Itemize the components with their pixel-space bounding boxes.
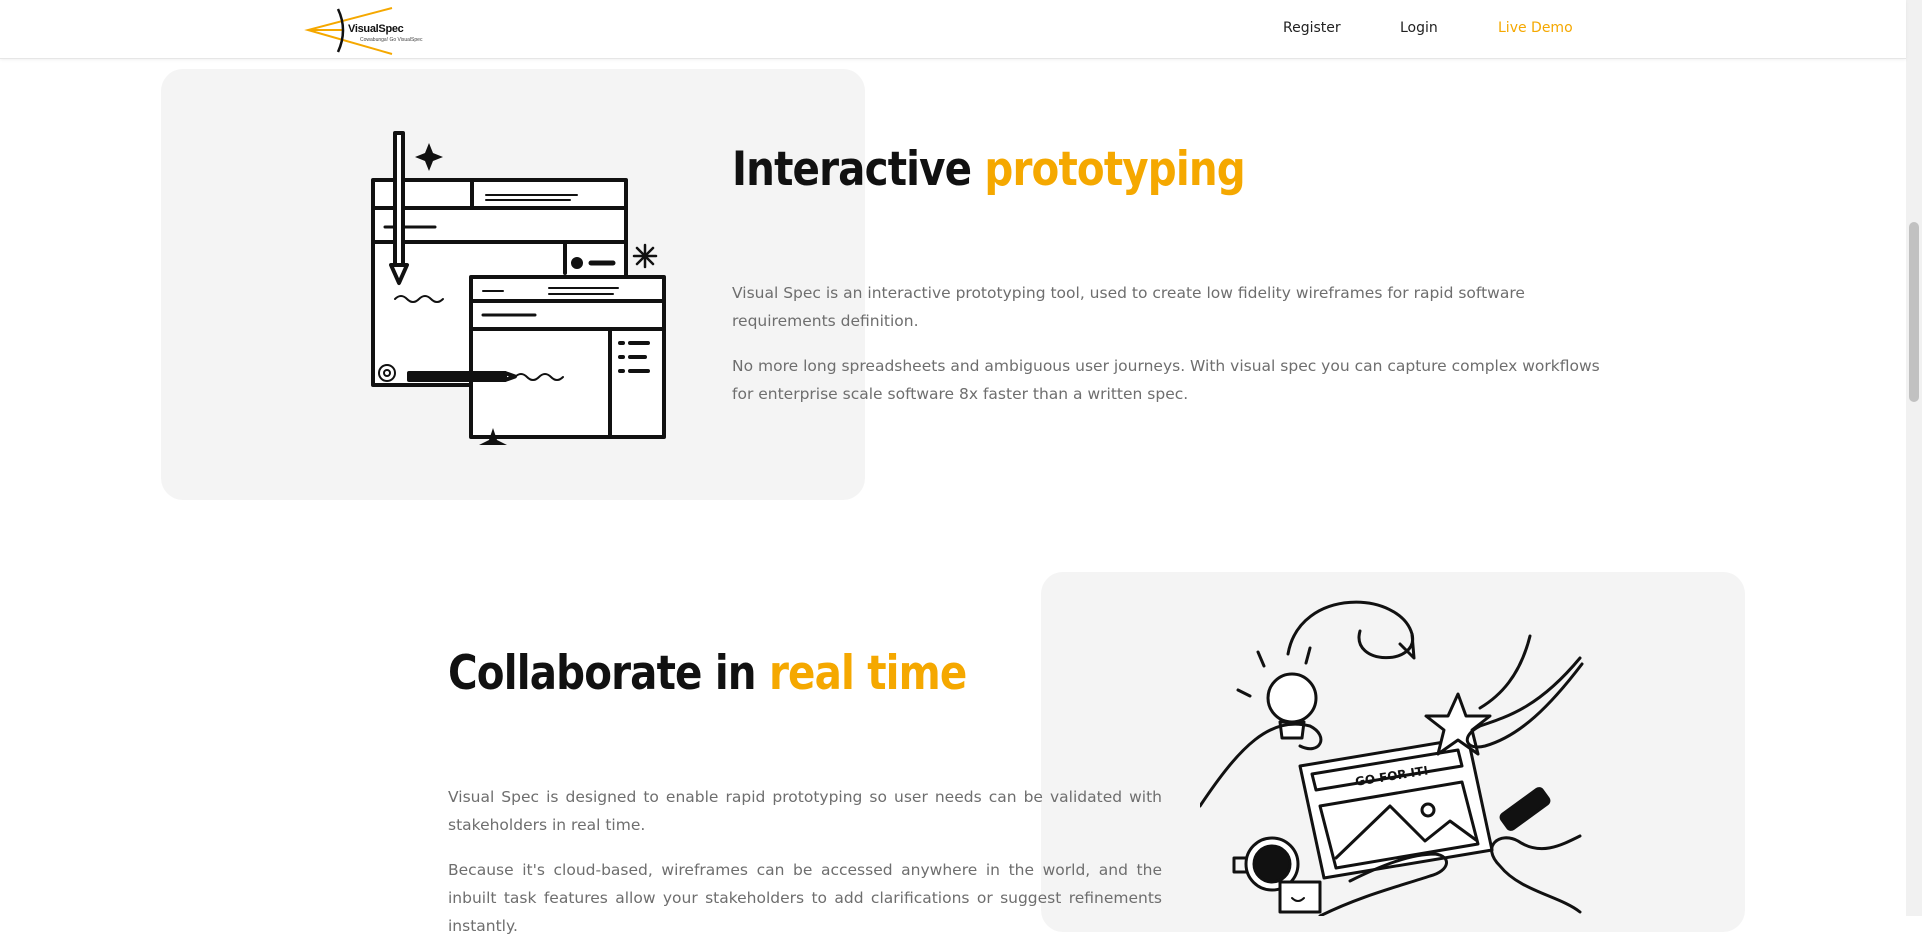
top-navbar: VisualSpec Cowabunga! Go VisualSpec Regi… <box>0 0 1906 59</box>
prototyping-paragraph-1: Visual Spec is an interactive prototypin… <box>732 284 1525 330</box>
page-scrollbar-thumb[interactable] <box>1909 222 1919 402</box>
collaborate-paragraph-1: Visual Spec is designed to enable rapid … <box>448 788 1162 834</box>
prototyping-heading: Interactive prototyping <box>732 142 1246 197</box>
live-demo-link[interactable]: Live Demo <box>1498 20 1573 36</box>
login-link[interactable]: Login <box>1400 20 1438 36</box>
visualspec-logo[interactable]: VisualSpec Cowabunga! Go VisualSpec <box>304 6 422 56</box>
prototyping-paragraph-2: No more long spreadsheets and ambiguous … <box>732 357 1600 403</box>
logo-tagline: Cowabunga! Go VisualSpec <box>360 37 423 43</box>
page-scrollbar-track[interactable] <box>1906 0 1922 916</box>
logo-text: VisualSpec <box>348 23 404 35</box>
collaborate-heading: Collaborate in real time <box>448 646 967 701</box>
collaborate-paragraph-2: Because it's cloud-based, wireframes can… <box>448 861 1162 935</box>
collaboration-hands-illustration: GO FOR IT! <box>1200 600 1584 916</box>
register-link[interactable]: Register <box>1283 20 1341 36</box>
wireframe-windows-illustration <box>371 131 666 445</box>
